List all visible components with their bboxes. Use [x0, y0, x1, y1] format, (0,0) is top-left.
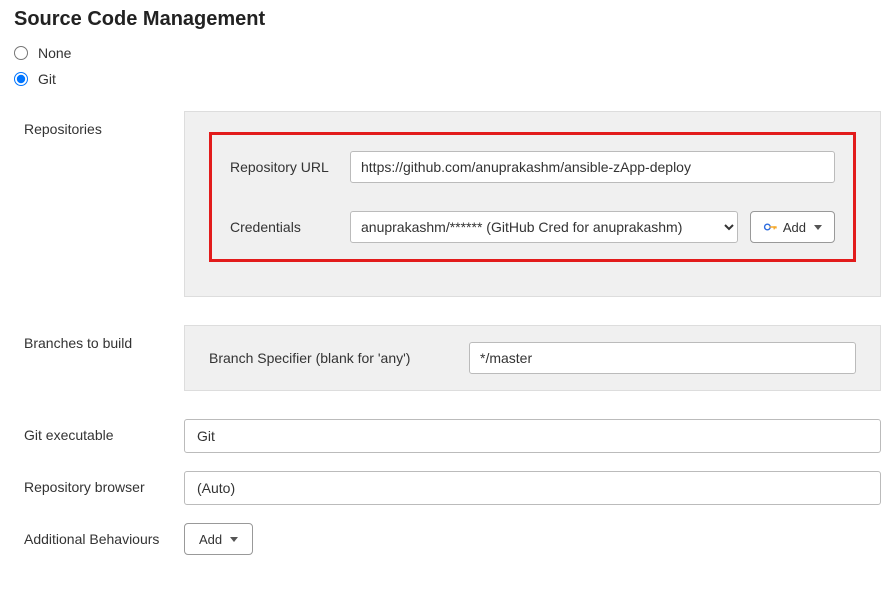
git-exec-label: Git executable — [24, 419, 184, 443]
branches-panel: Branch Specifier (blank for 'any') — [184, 325, 881, 391]
additional-add-button[interactable]: Add — [184, 523, 253, 555]
chevron-down-icon — [814, 225, 822, 230]
branch-specifier-input[interactable] — [469, 342, 856, 374]
chevron-down-icon — [230, 537, 238, 542]
repo-browser-row: Repository browser — [24, 471, 881, 505]
scm-radio-git[interactable] — [14, 72, 28, 86]
branches-row: Branches to build Branch Specifier (blan… — [24, 325, 881, 391]
scm-option-git[interactable]: Git — [14, 71, 867, 87]
repo-browser-label: Repository browser — [24, 471, 184, 495]
branch-specifier-line: Branch Specifier (blank for 'any') — [209, 342, 856, 374]
repo-url-line: Repository URL — [230, 151, 835, 183]
additional-label: Additional Behaviours — [24, 523, 184, 547]
repo-browser-input[interactable] — [184, 471, 881, 505]
credentials-add-label: Add — [783, 220, 806, 235]
repo-url-label: Repository URL — [230, 159, 350, 175]
section-title: Source Code Management — [0, 0, 881, 45]
key-icon — [763, 220, 777, 234]
credentials-label: Credentials — [230, 219, 350, 235]
scm-option-none[interactable]: None — [14, 45, 867, 61]
credentials-add-button[interactable]: Add — [750, 211, 835, 243]
git-exec-row: Git executable — [24, 419, 881, 453]
repositories-highlight: Repository URL Credentials anuprakashm/*… — [209, 132, 856, 262]
repo-url-input[interactable] — [350, 151, 835, 183]
branches-label: Branches to build — [24, 325, 184, 351]
repositories-row: Repositories Repository URL Credentials … — [24, 111, 881, 297]
additional-add-label: Add — [199, 532, 222, 547]
git-exec-input[interactable] — [184, 419, 881, 453]
repositories-panel: Repository URL Credentials anuprakashm/*… — [184, 111, 881, 297]
repositories-label: Repositories — [24, 111, 184, 137]
scm-option-none-label: None — [38, 45, 71, 61]
credentials-line: Credentials anuprakashm/****** (GitHub C… — [230, 211, 835, 243]
scm-radio-none[interactable] — [14, 46, 28, 60]
additional-row: Additional Behaviours Add — [24, 523, 881, 555]
scm-option-git-label: Git — [38, 71, 56, 87]
branch-specifier-label: Branch Specifier (blank for 'any') — [209, 350, 469, 366]
git-config-block: Repositories Repository URL Credentials … — [24, 111, 881, 555]
credentials-select[interactable]: anuprakashm/****** (GitHub Cred for anup… — [350, 211, 738, 243]
scm-radio-group: None Git — [0, 45, 881, 111]
